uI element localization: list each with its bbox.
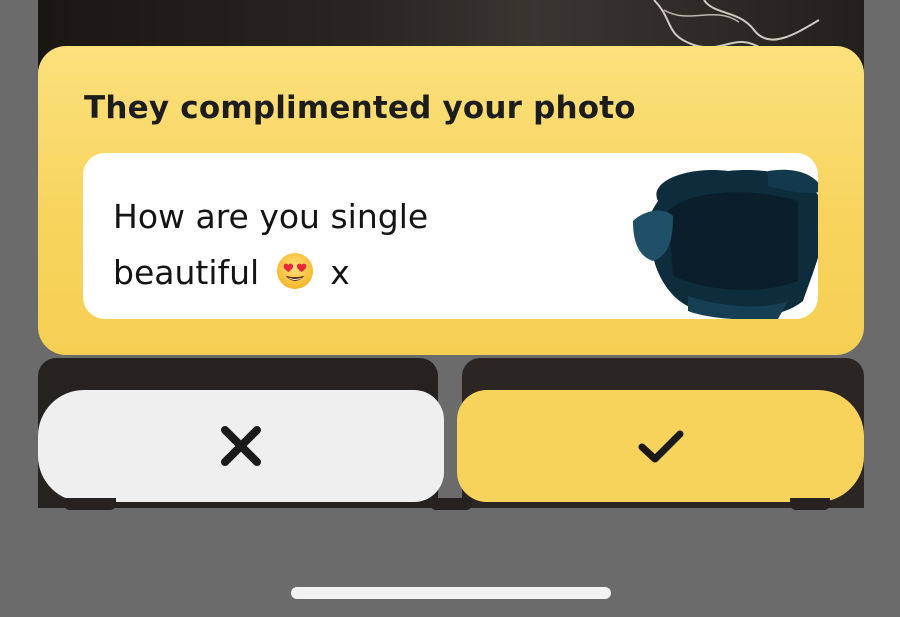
message-suffix: x	[330, 253, 350, 292]
message-line-1: How are you single	[113, 197, 429, 236]
compliment-message: How are you single beautiful x	[83, 153, 818, 319]
heart-eyes-emoji-icon	[276, 252, 313, 290]
compliment-card: They complimented your photo How are you…	[38, 46, 864, 355]
reject-button[interactable]	[38, 390, 444, 502]
accept-button[interactable]	[457, 390, 864, 502]
home-indicator[interactable]	[291, 587, 611, 599]
peek-shape-3	[790, 498, 830, 510]
card-title: They complimented your photo	[84, 90, 636, 126]
message-text: How are you single beautiful x	[113, 189, 573, 301]
peek-shape-1	[64, 498, 116, 510]
message-line-2: beautiful	[113, 253, 260, 292]
close-icon	[221, 426, 261, 466]
redaction-scribble	[633, 169, 818, 319]
peek-shape-2	[430, 498, 472, 510]
check-icon	[638, 430, 683, 463]
